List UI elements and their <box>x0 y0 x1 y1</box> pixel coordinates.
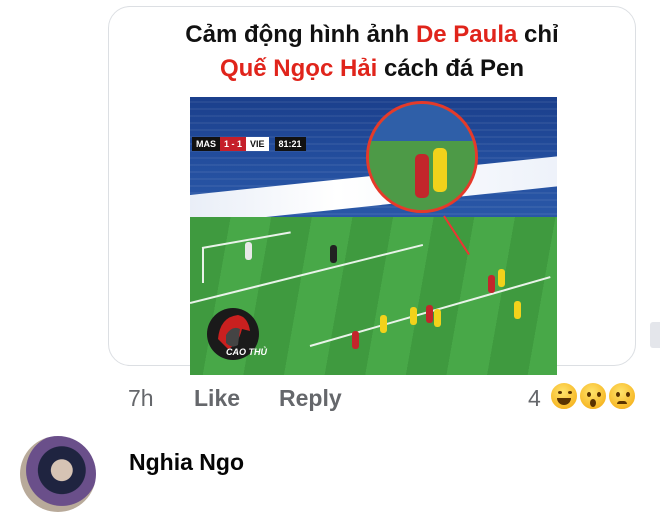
haha-emoji-icon[interactable] <box>549 381 579 411</box>
scoreboard: MAS 1 - 1 VIE 81:21 <box>192 137 306 151</box>
player <box>410 307 417 325</box>
wow-emoji-icon[interactable] <box>578 381 608 411</box>
headline-line-2: Quế Ngọc Hải cách đá Pen <box>109 55 635 83</box>
headline-highlight: De Paula <box>415 21 518 48</box>
referee <box>330 245 337 263</box>
reaction-count[interactable]: 4 <box>528 385 541 412</box>
player <box>380 315 387 333</box>
headline-text: chỉ <box>517 21 559 48</box>
player <box>488 275 495 293</box>
scoreboard-score: 1 - 1 <box>220 137 247 151</box>
scoreboard-home: MAS <box>192 137 220 151</box>
avatar[interactable] <box>20 436 96 512</box>
sad-emoji-icon[interactable] <box>607 381 637 411</box>
headline-text: Cảm động hình ảnh <box>185 21 416 48</box>
comment-image-card[interactable]: Cảm động hình ảnh De Paula chỉ Quế Ngọc … <box>108 6 636 375</box>
headline-highlight: Quế Ngọc Hải <box>219 55 378 82</box>
player <box>514 301 521 319</box>
scoreboard-away: VIE <box>246 137 269 151</box>
headline-text: cách đá Pen <box>377 55 525 82</box>
goalkeeper <box>245 242 252 260</box>
player <box>352 331 359 349</box>
watermark-text: CAO THỦ <box>226 347 267 357</box>
comment-actions: 7h Like Reply 4 <box>0 381 660 413</box>
like-button[interactable]: Like <box>194 385 240 412</box>
comment-timestamp[interactable]: 7h <box>128 385 154 412</box>
player <box>426 305 433 323</box>
player-zoomed <box>433 148 447 192</box>
player <box>434 309 441 327</box>
zoom-inset-circle <box>366 101 478 213</box>
scoreboard-clock: 81:21 <box>274 137 306 151</box>
scroll-edge <box>650 322 660 348</box>
goal-post <box>202 247 204 283</box>
reply-button[interactable]: Reply <box>279 385 342 412</box>
headline-line-1: Cảm động hình ảnh De Paula chỉ <box>109 21 635 49</box>
player-zoomed <box>415 154 429 198</box>
player <box>498 269 505 287</box>
commenter-name[interactable]: Nghia Ngo <box>129 449 244 476</box>
match-photo[interactable]: MAS 1 - 1 VIE 81:21 CAO THỦ <box>190 97 557 375</box>
